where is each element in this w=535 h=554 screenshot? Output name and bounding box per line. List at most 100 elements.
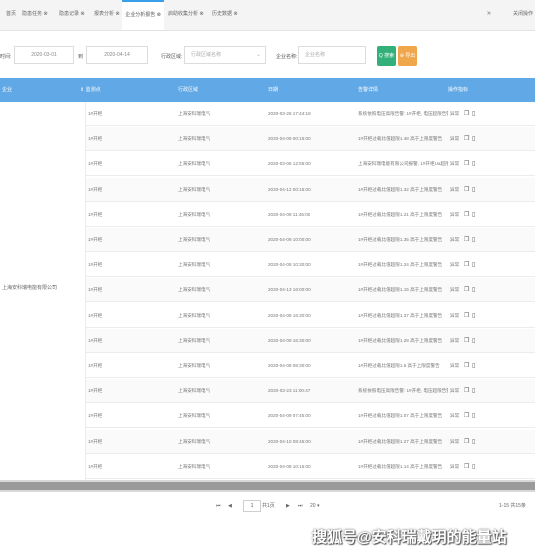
- cell-alarm-detail: 1#开柜过载比值超限1.27 高于上限度警告: [358, 438, 443, 444]
- view-icon[interactable]: ❐: [464, 404, 469, 428]
- cell-region: 上海安科瑞电气: [178, 262, 211, 268]
- tab-collection-analysis[interactable]: 启助收集分析 ⊗: [168, 0, 204, 30]
- end-date-input[interactable]: 2020-04-14: [86, 46, 148, 64]
- export-button[interactable]: ⊕ 导出: [398, 46, 417, 66]
- first-page-icon[interactable]: ⏮: [216, 498, 221, 514]
- cell-region: 上海安科瑞电气: [178, 337, 211, 343]
- to-label: 到: [78, 54, 84, 60]
- header-monitor-point[interactable]: ⇕ 监测点: [80, 78, 101, 102]
- detail-icon[interactable]: ▯: [472, 203, 475, 227]
- cell-monitor-point: 1#开柜: [88, 211, 103, 217]
- tab-home[interactable]: 首页: [6, 0, 16, 30]
- view-icon[interactable]: ❐: [464, 329, 469, 353]
- company-label: 企业名称:: [276, 54, 298, 60]
- view-icon[interactable]: ❐: [464, 127, 469, 151]
- cell-monitor-point: 1#开柜: [88, 337, 103, 343]
- detail-icon[interactable]: ▯: [472, 102, 475, 126]
- tab-history-data[interactable]: 历史数据 ⊗: [212, 0, 238, 30]
- start-date-input[interactable]: 2020-03-01: [14, 46, 74, 64]
- page-size-select[interactable]: 20 ▾: [310, 498, 319, 514]
- detail-icon[interactable]: ▯: [472, 228, 475, 252]
- page-number-input[interactable]: 1: [243, 500, 261, 512]
- view-icon[interactable]: ❐: [464, 203, 469, 227]
- cell-alarm-detail: 系统依照电压高限告警: 1#开柜, 电压超限告警: [358, 111, 448, 116]
- pagination-summary: 1-15 共15条: [499, 503, 526, 509]
- cell-date: 2020-03-26 17:44:18: [268, 111, 311, 116]
- table-header: 企业 ⇕ 监测点 行政区域 日期 告警详情 操作指标: [0, 78, 535, 102]
- view-icon[interactable]: ❐: [464, 152, 469, 176]
- detail-icon[interactable]: ▯: [472, 178, 475, 202]
- detail-icon[interactable]: ▯: [472, 127, 475, 151]
- cell-action-label: 异常: [450, 111, 460, 116]
- cell-monitor-point: 1#开柜: [88, 161, 103, 167]
- next-page-icon[interactable]: ▶: [286, 498, 290, 514]
- cell-monitor-point: 1#开柜: [88, 388, 103, 394]
- header-actions[interactable]: 操作指标: [448, 78, 468, 102]
- cell-date: 2020-04-08 16:30:00: [268, 312, 311, 318]
- detail-icon[interactable]: ▯: [472, 404, 475, 428]
- view-icon[interactable]: ❐: [464, 354, 469, 378]
- cell-monitor-point: 1#开柜: [88, 136, 103, 142]
- tab-hazard-records[interactable]: 隐患记录 ⊗: [59, 0, 85, 30]
- cell-alarm-detail: 1#开柜过载比值超限1.32 高于上限度警告: [358, 186, 443, 192]
- detail-icon[interactable]: ▯: [472, 304, 475, 328]
- double-chevron-icon[interactable]: »: [487, 0, 491, 28]
- view-icon[interactable]: ❐: [464, 178, 469, 202]
- tab-report-analysis[interactable]: 报表分析 ⊗: [94, 0, 120, 30]
- cell-date: 2020-04-08 08:30:00: [268, 363, 311, 368]
- cell-date: 2020-04-09 00:15:00: [268, 136, 311, 142]
- cell-alarm-detail: 1#开柜过载比值超限1.24 高于上限度警告: [358, 262, 443, 268]
- detail-icon[interactable]: ▯: [472, 278, 475, 302]
- watermark: 搜狐号@安科瑞戴玥的能量站: [312, 529, 507, 546]
- view-icon[interactable]: ❐: [464, 455, 469, 479]
- detail-icon[interactable]: ▯: [472, 455, 475, 479]
- detail-icon[interactable]: ▯: [472, 329, 475, 353]
- tab-hazard-tasks[interactable]: 隐患任务 ⊗: [22, 0, 48, 30]
- search-button[interactable]: Q 搜索: [377, 46, 396, 66]
- cell-region: 上海安科瑞电气: [178, 136, 211, 142]
- cell-region: 上海安科瑞电气: [178, 413, 211, 419]
- region-select[interactable]: 行政区域名称 ⌄: [184, 46, 266, 64]
- cell-region: 上海安科瑞电气: [178, 186, 211, 192]
- view-icon[interactable]: ❐: [464, 278, 469, 302]
- view-icon[interactable]: ❐: [464, 379, 469, 403]
- cell-action-label: 异常: [450, 136, 460, 142]
- cell-alarm-detail: 1#开柜过载比值超限1.5 高于上限度警告: [358, 363, 440, 368]
- detail-icon[interactable]: ▯: [472, 430, 475, 454]
- tab-enterprise-report[interactable]: 企业分析报告 ⊗: [122, 0, 164, 30]
- region-label: 行政区域:: [161, 54, 183, 60]
- header-date[interactable]: 日期: [268, 78, 278, 102]
- cell-region: 上海安科瑞电气: [178, 111, 211, 116]
- detail-icon[interactable]: ▯: [472, 379, 475, 403]
- view-icon[interactable]: ❐: [464, 253, 469, 277]
- company-input[interactable]: 企业名称: [298, 46, 366, 64]
- header-company[interactable]: 企业: [2, 78, 12, 102]
- cell-alarm-detail: 上海安科瑞电能有限公司报警, 1#开柜Ua超限, 告警: [358, 161, 448, 167]
- close-operations[interactable]: » 关闭操作: [487, 0, 533, 30]
- view-icon[interactable]: ❐: [464, 102, 469, 126]
- cell-date: 2020-04-10 08:45:00: [268, 438, 311, 444]
- time-label: 时间:: [0, 54, 12, 60]
- cell-action-label: 异常: [450, 463, 460, 469]
- cell-action-label: 异常: [450, 237, 460, 242]
- detail-icon[interactable]: ▯: [472, 354, 475, 378]
- cell-action-label: 异常: [450, 211, 460, 217]
- header-region[interactable]: 行政区域: [178, 78, 198, 102]
- view-icon[interactable]: ❐: [464, 304, 469, 328]
- cell-date: 2020-04-09 10:00:00: [268, 237, 311, 242]
- prev-page-icon[interactable]: ◀: [228, 498, 232, 514]
- last-page-icon[interactable]: ⏭: [298, 498, 303, 514]
- detail-icon[interactable]: ▯: [472, 253, 475, 277]
- cell-alarm-detail: 1#开柜过载比值超限1.07 高于上限度警告: [358, 413, 443, 419]
- view-icon[interactable]: ❐: [464, 430, 469, 454]
- detail-icon[interactable]: ▯: [472, 152, 475, 176]
- cell-action-label: 异常: [450, 262, 460, 268]
- cell-alarm-detail: 1#开柜过载比值超限1.48 高于上限度警告: [358, 136, 443, 142]
- horizontal-scrollbar-thumb[interactable]: [0, 482, 535, 490]
- cell-monitor-point: 1#开柜: [88, 363, 103, 368]
- cell-region: 上海安科瑞电气: [178, 161, 211, 167]
- view-icon[interactable]: ❐: [464, 228, 469, 252]
- header-alarm-detail[interactable]: 告警详情: [358, 78, 378, 102]
- cell-region: 上海安科瑞电气: [178, 438, 211, 444]
- cell-monitor-point: 1#开柜: [88, 312, 103, 318]
